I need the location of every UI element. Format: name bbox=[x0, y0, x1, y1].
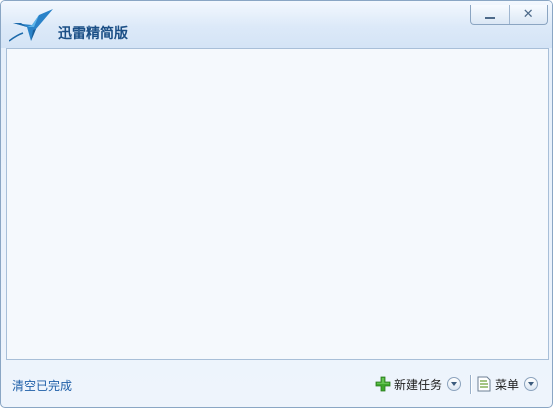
xunlei-bird-logo bbox=[9, 9, 53, 42]
document-menu-icon bbox=[477, 376, 491, 392]
window-controls: ✕ bbox=[470, 5, 548, 25]
green-plus-icon bbox=[375, 376, 391, 392]
menu-button[interactable]: 菜单 bbox=[477, 375, 539, 393]
menu-label: 菜单 bbox=[495, 377, 520, 392]
minimize-button[interactable] bbox=[471, 5, 509, 24]
main-window: 迅雷精简版 ✕ 清空已完成 新建任务 菜单 bbox=[0, 0, 553, 408]
new-task-dropdown-icon[interactable] bbox=[447, 377, 462, 391]
toolbar-separator bbox=[470, 375, 471, 394]
title-bar[interactable]: 迅雷精简版 ✕ bbox=[1, 1, 552, 48]
close-icon: ✕ bbox=[522, 7, 534, 22]
new-task-label: 新建任务 bbox=[394, 377, 443, 392]
new-task-button[interactable]: 新建任务 bbox=[375, 375, 462, 393]
clear-completed-link[interactable]: 清空已完成 bbox=[12, 377, 72, 394]
task-list-area[interactable] bbox=[6, 48, 549, 360]
bottom-toolbar: 清空已完成 新建任务 菜单 bbox=[1, 360, 552, 407]
app-title: 迅雷精简版 bbox=[58, 26, 128, 42]
close-button[interactable]: ✕ bbox=[508, 5, 548, 24]
menu-dropdown-icon[interactable] bbox=[524, 377, 539, 391]
minimize-icon bbox=[484, 16, 495, 19]
